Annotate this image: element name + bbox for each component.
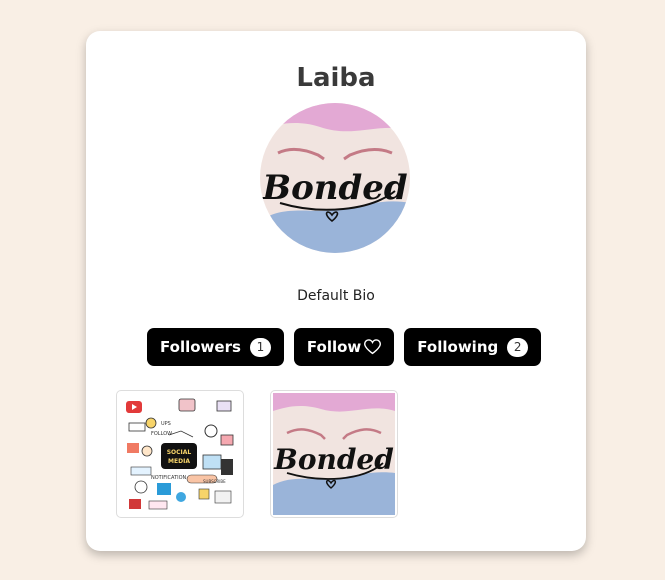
svg-text:MEDIA: MEDIA	[168, 458, 190, 465]
follow-label: Follow	[306, 338, 362, 356]
following-label: Following	[417, 338, 499, 356]
svg-text:Bonded: Bonded	[273, 443, 394, 476]
followers-count-badge: 1	[249, 337, 271, 357]
followers-label: Followers	[160, 338, 241, 356]
svg-text:UPS: UPS	[161, 421, 171, 427]
followers-button[interactable]: Followers 1	[147, 328, 284, 366]
bonded-logo-image: Bonded	[260, 103, 410, 253]
bonded-post-image: Bonded	[273, 393, 395, 515]
profile-card: Laiba Bonded Default Bio Followers 1 Fol…	[86, 31, 586, 551]
post-thumbnail-social-media[interactable]: SOCIAL MEDIA FOLLOW UPS NOTIFICATION SUB…	[116, 390, 244, 518]
profile-bio: Default Bio	[297, 288, 375, 304]
svg-text:FOLLOW: FOLLOW	[151, 431, 172, 437]
following-count-badge: 2	[507, 337, 529, 357]
svg-text:SUBSCRIBE: SUBSCRIBE	[203, 479, 226, 484]
following-button[interactable]: Following 2	[404, 328, 542, 366]
svg-text:Bonded: Bonded	[261, 168, 408, 208]
avatar: Bonded	[260, 103, 410, 253]
profile-actions: Followers 1 Follow Following 2	[147, 328, 542, 366]
heart-icon	[364, 339, 382, 355]
profile-name: Laiba	[296, 63, 376, 93]
follow-button[interactable]: Follow	[293, 328, 395, 366]
svg-text:SOCIAL: SOCIAL	[167, 449, 192, 456]
post-thumbnail-bonded[interactable]: Bonded	[270, 390, 398, 518]
svg-text:NOTIFICATION: NOTIFICATION	[151, 475, 187, 481]
social-media-stickers-image: SOCIAL MEDIA FOLLOW UPS NOTIFICATION SUB…	[121, 395, 239, 513]
